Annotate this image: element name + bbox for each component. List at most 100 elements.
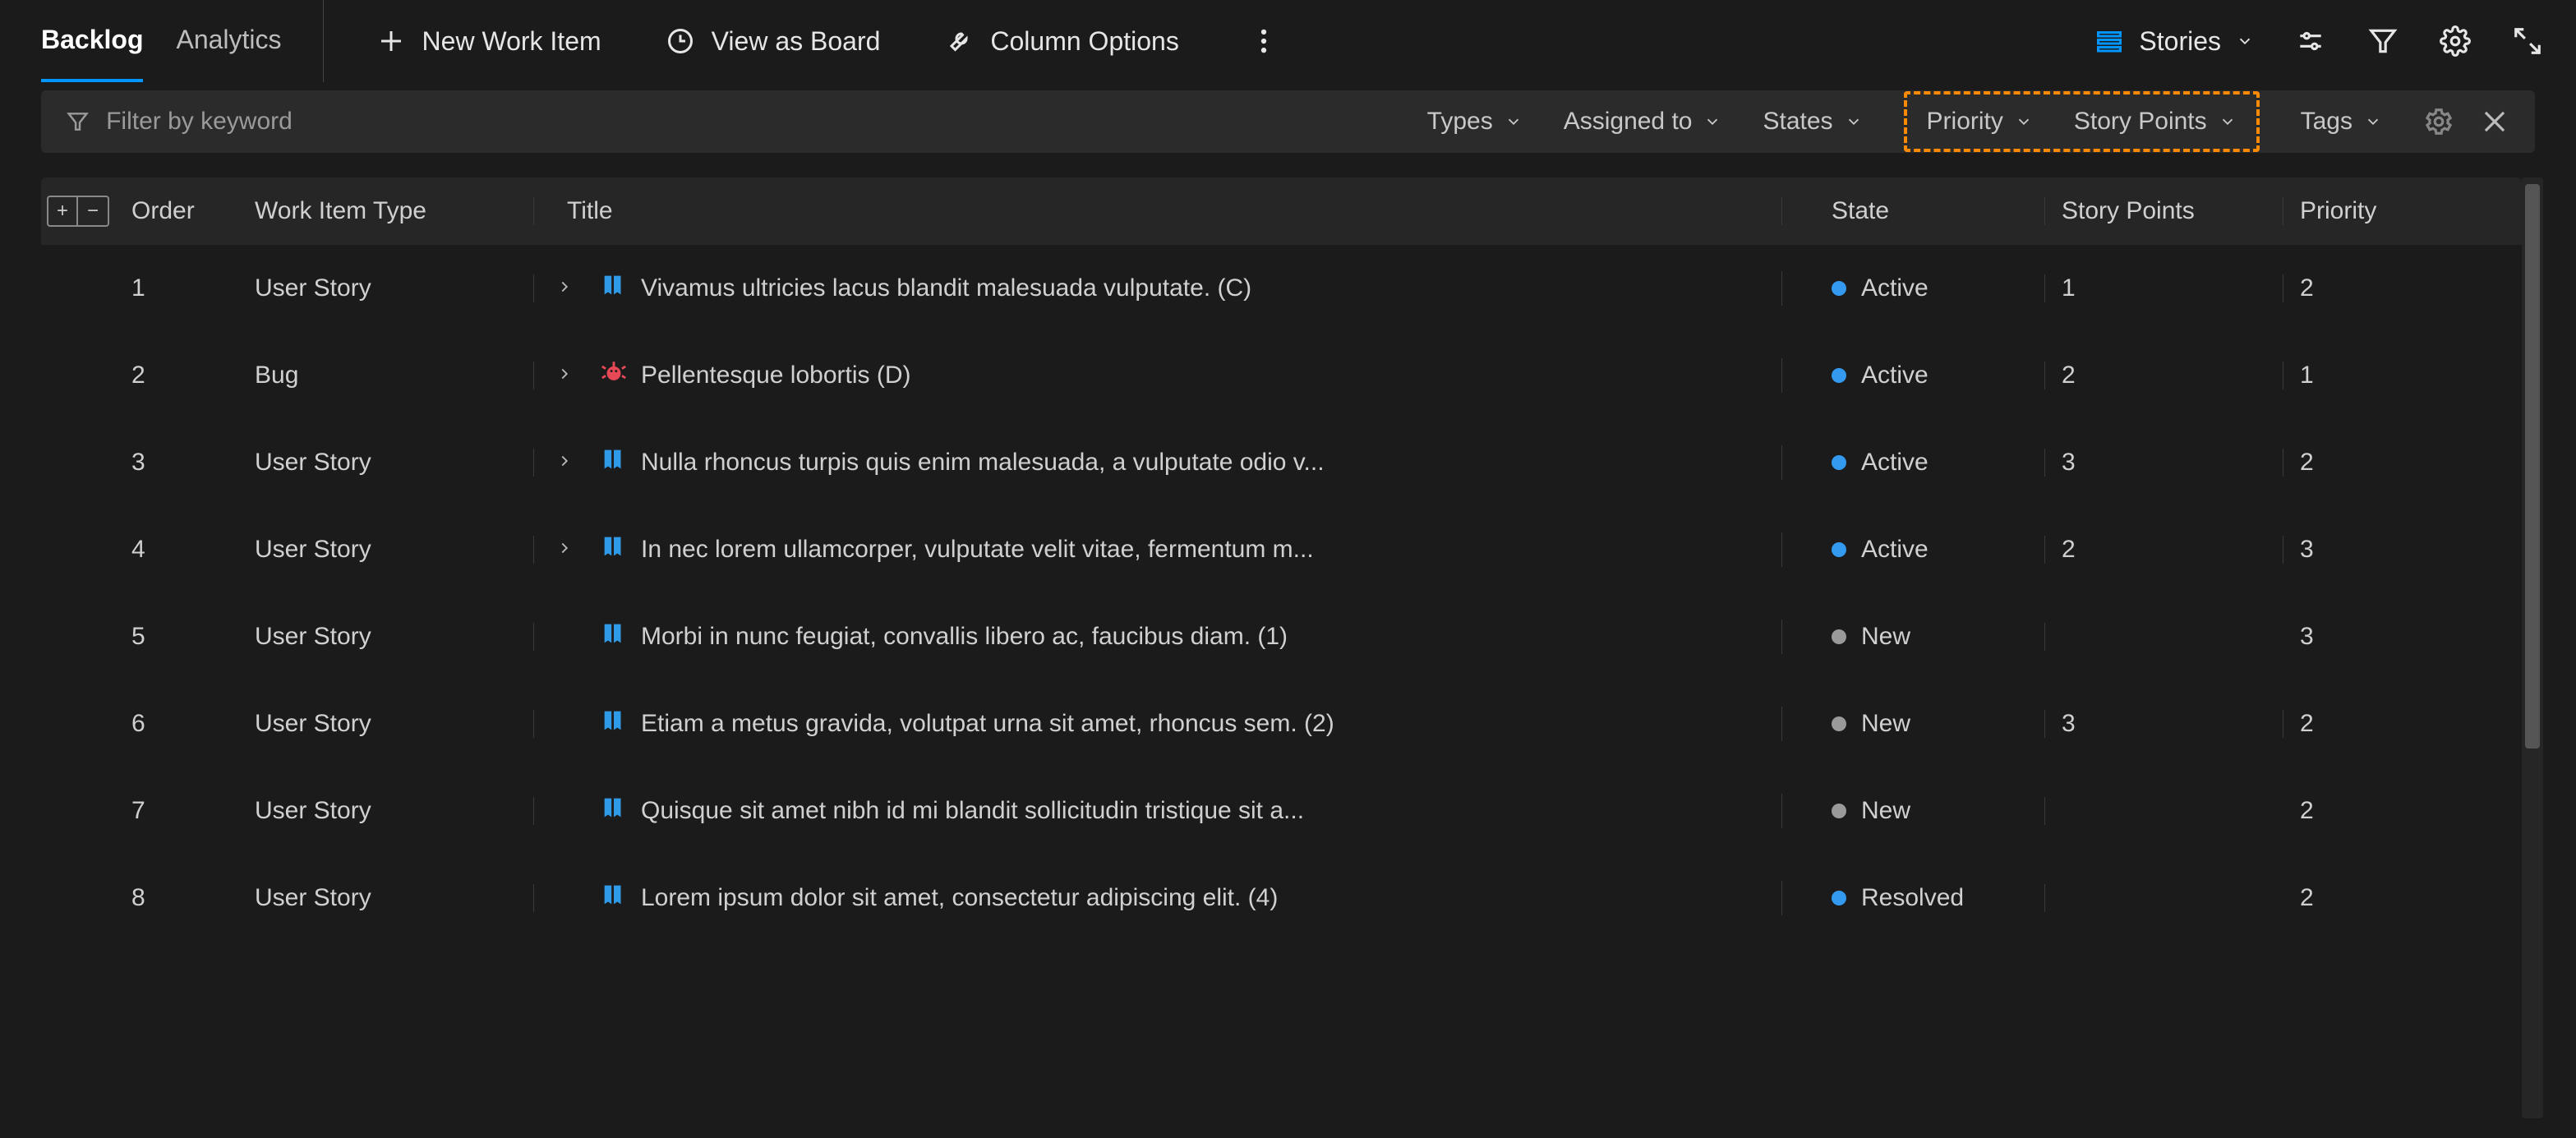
filter-types[interactable]: Types bbox=[1427, 108, 1523, 136]
title-text: Etiam a metus gravida, volutpat urna sit… bbox=[641, 710, 1334, 738]
filter-story-points[interactable]: Story Points bbox=[2074, 108, 2237, 136]
cell-type: User Story bbox=[255, 449, 534, 477]
grid-header: + − Order Work Item Type Title State Sto… bbox=[41, 177, 2522, 245]
cell-priority: 2 bbox=[2283, 797, 2522, 825]
cell-state: New bbox=[1782, 710, 2045, 738]
story-icon bbox=[600, 881, 628, 915]
chevron-down-icon bbox=[1703, 113, 1721, 131]
table-row[interactable]: 5 User Story Morbi in nunc feugiat, conv… bbox=[41, 593, 2522, 680]
col-header-state[interactable]: State bbox=[1782, 197, 2045, 225]
cell-order: 8 bbox=[115, 884, 255, 912]
board-icon bbox=[666, 26, 695, 56]
cell-title[interactable]: Lorem ipsum dolor sit amet, consectetur … bbox=[534, 881, 1782, 915]
fullscreen-button[interactable] bbox=[2512, 25, 2543, 57]
table-row[interactable]: 3 User Story Nulla rhoncus turpis quis e… bbox=[41, 419, 2522, 506]
chevron-down-icon bbox=[2236, 32, 2254, 50]
state-text: New bbox=[1861, 797, 1910, 825]
tab-analytics[interactable]: Analytics bbox=[176, 0, 281, 82]
new-work-item-button[interactable]: New Work Item bbox=[365, 18, 613, 65]
chevron-down-icon bbox=[1845, 113, 1863, 131]
cell-order: 2 bbox=[115, 362, 255, 389]
state-text: New bbox=[1861, 710, 1910, 738]
table-row[interactable]: 4 User Story In nec lorem ullamcorper, v… bbox=[41, 506, 2522, 593]
filter-types-label: Types bbox=[1427, 108, 1493, 136]
more-vertical-icon bbox=[1248, 25, 1279, 57]
filter-assigned-to-label: Assigned to bbox=[1564, 108, 1693, 136]
table-row[interactable]: 8 User Story Lorem ipsum dolor sit amet,… bbox=[41, 855, 2522, 942]
table-row[interactable]: 1 User Story Vivamus ultricies lacus bla… bbox=[41, 245, 2522, 332]
filter-assigned-to[interactable]: Assigned to bbox=[1564, 108, 1722, 136]
tab-backlog[interactable]: Backlog bbox=[41, 0, 143, 82]
more-actions-button[interactable] bbox=[1248, 25, 1279, 57]
state-text: Active bbox=[1861, 362, 1929, 389]
chevron-down-icon bbox=[1505, 113, 1523, 131]
gear-icon bbox=[2423, 106, 2454, 137]
grid-wrap: + − Order Work Item Type Title State Sto… bbox=[41, 177, 2543, 1118]
filter-priority[interactable]: Priority bbox=[1927, 108, 2033, 136]
col-header-order[interactable]: Order bbox=[115, 197, 255, 225]
table-row[interactable]: 7 User Story Quisque sit amet nibh id mi… bbox=[41, 767, 2522, 855]
enter-fullscreen-icon bbox=[2512, 25, 2543, 57]
cell-title[interactable]: Vivamus ultricies lacus blandit malesuad… bbox=[534, 271, 1782, 306]
filter-story-points-label: Story Points bbox=[2074, 108, 2207, 136]
filter-tags[interactable]: Tags bbox=[2301, 108, 2382, 136]
state-text: Active bbox=[1861, 274, 1929, 302]
close-icon bbox=[2479, 106, 2510, 137]
close-filter-button[interactable] bbox=[2479, 106, 2510, 137]
expand-chevron-icon[interactable] bbox=[555, 274, 574, 302]
scroll-thumb[interactable] bbox=[2525, 184, 2540, 749]
cell-title[interactable]: Morbi in nunc feugiat, convallis libero … bbox=[534, 620, 1782, 654]
collapse-all-icon: − bbox=[78, 196, 109, 227]
col-header-type[interactable]: Work Item Type bbox=[255, 197, 534, 225]
column-options-button[interactable]: Column Options bbox=[933, 18, 1190, 65]
filter-toggle-button[interactable] bbox=[2367, 25, 2399, 57]
cell-title[interactable]: Etiam a metus gravida, volutpat urna sit… bbox=[534, 707, 1782, 741]
stories-icon bbox=[2094, 26, 2124, 56]
filter-states-label: States bbox=[1763, 108, 1832, 136]
cell-title[interactable]: Pellentesque lobortis (D) bbox=[534, 358, 1782, 393]
sliders-icon bbox=[2295, 25, 2326, 57]
expand-all-icon: + bbox=[47, 196, 78, 227]
filter-icon bbox=[2367, 25, 2399, 57]
cell-order: 3 bbox=[115, 449, 255, 477]
cell-priority: 1 bbox=[2283, 362, 2522, 389]
story-icon bbox=[600, 532, 628, 567]
plus-icon bbox=[376, 26, 406, 56]
cell-order: 7 bbox=[115, 797, 255, 825]
backlog-level-selector[interactable]: Stories bbox=[2094, 26, 2254, 57]
expand-collapse-all[interactable]: + − bbox=[41, 196, 115, 227]
title-text: Lorem ipsum dolor sit amet, consectetur … bbox=[641, 884, 1278, 912]
state-text: New bbox=[1861, 623, 1910, 651]
state-text: Active bbox=[1861, 536, 1929, 564]
cell-state: Resolved bbox=[1782, 884, 2045, 912]
expand-chevron-icon[interactable] bbox=[555, 449, 574, 477]
cell-title[interactable]: Nulla rhoncus turpis quis enim malesuada… bbox=[534, 445, 1782, 480]
view-as-board-button[interactable]: View as Board bbox=[654, 18, 892, 65]
state-dot-icon bbox=[1832, 804, 1846, 818]
cell-title[interactable]: Quisque sit amet nibh id mi blandit soll… bbox=[534, 794, 1782, 828]
filter-keyword-input[interactable] bbox=[106, 108, 1403, 136]
filter-tools bbox=[2423, 106, 2510, 137]
col-header-priority[interactable]: Priority bbox=[2283, 197, 2522, 225]
filter-settings-button[interactable] bbox=[2423, 106, 2454, 137]
title-text: Vivamus ultricies lacus blandit malesuad… bbox=[641, 274, 1251, 302]
view-options-button[interactable] bbox=[2295, 25, 2326, 57]
state-dot-icon bbox=[1832, 891, 1846, 905]
cell-state: Active bbox=[1782, 449, 2045, 477]
expand-chevron-icon[interactable] bbox=[555, 536, 574, 564]
title-text: Nulla rhoncus turpis quis enim malesuada… bbox=[641, 449, 1325, 477]
col-header-title[interactable]: Title bbox=[534, 197, 1782, 225]
cell-story-points: 3 bbox=[2045, 710, 2283, 738]
col-header-points[interactable]: Story Points bbox=[2045, 197, 2283, 225]
state-dot-icon bbox=[1832, 542, 1846, 557]
expand-chevron-icon[interactable] bbox=[555, 362, 574, 389]
vertical-scrollbar[interactable] bbox=[2522, 177, 2543, 1118]
highlighted-filter-group: Priority Story Points bbox=[1904, 91, 2260, 152]
settings-button[interactable] bbox=[2440, 25, 2471, 57]
cell-state: Active bbox=[1782, 536, 2045, 564]
filter-states[interactable]: States bbox=[1763, 108, 1862, 136]
column-options-label: Column Options bbox=[990, 26, 1178, 57]
cell-title[interactable]: In nec lorem ullamcorper, vulputate veli… bbox=[534, 532, 1782, 567]
table-row[interactable]: 6 User Story Etiam a metus gravida, volu… bbox=[41, 680, 2522, 767]
table-row[interactable]: 2 Bug Pellentesque lobortis (D) Active 2… bbox=[41, 332, 2522, 419]
